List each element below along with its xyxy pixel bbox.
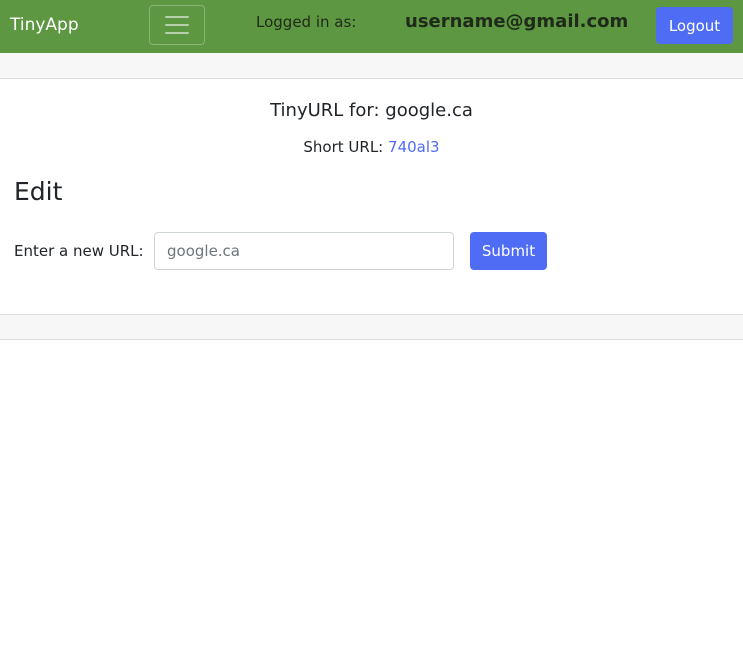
- top-navbar: TinyApp Logged in as: username@gmail.com…: [0, 0, 743, 53]
- navbar-toggler-button[interactable]: [149, 5, 205, 45]
- logged-in-label: Logged in as:: [256, 13, 357, 31]
- short-url-line: Short URL: 740al3: [0, 137, 743, 157]
- new-url-input[interactable]: [154, 232, 454, 270]
- edit-heading: Edit: [14, 177, 63, 206]
- username-display: username@gmail.com: [405, 11, 629, 32]
- brand-link[interactable]: TinyApp: [10, 13, 79, 37]
- card-title: TinyURL for: google.ca: [270, 100, 473, 121]
- logout-button[interactable]: Logout: [656, 7, 733, 44]
- hamburger-menu-icon: [165, 16, 189, 34]
- card-footer: [0, 314, 743, 340]
- submit-button[interactable]: Submit: [470, 232, 547, 270]
- card-header: [0, 53, 743, 79]
- short-url-link[interactable]: 740al3: [388, 138, 440, 156]
- new-url-label: Enter a new URL:: [14, 242, 144, 260]
- short-url-label: Short URL:: [303, 138, 384, 156]
